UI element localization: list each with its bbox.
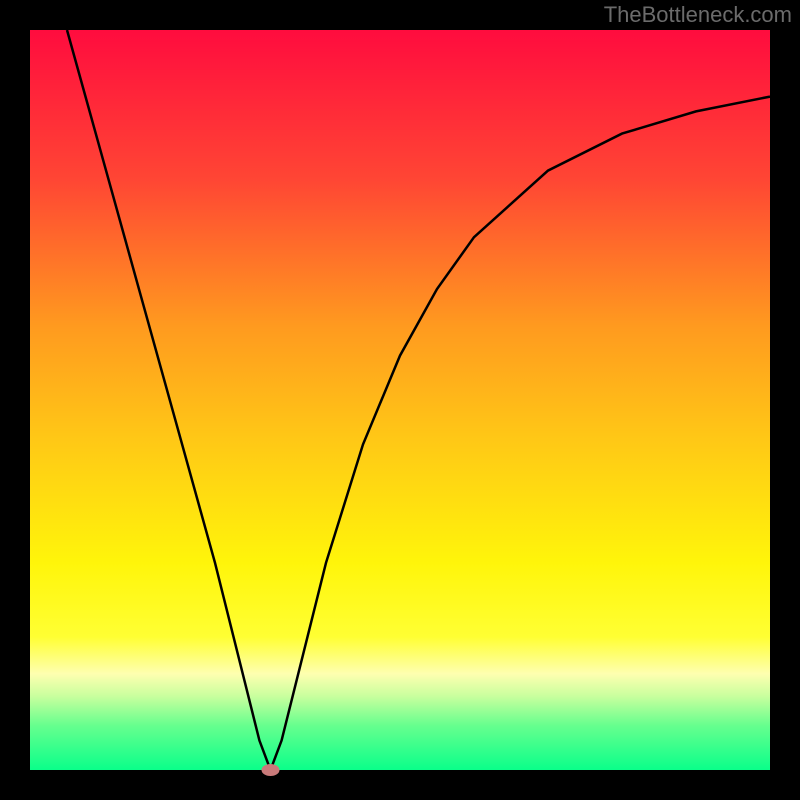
watermark-text: TheBottleneck.com xyxy=(604,2,792,28)
plot-background xyxy=(30,30,770,770)
minimum-marker xyxy=(262,764,280,776)
bottleneck-chart xyxy=(0,0,800,800)
chart-container: { "watermark": "TheBottleneck.com", "cha… xyxy=(0,0,800,800)
